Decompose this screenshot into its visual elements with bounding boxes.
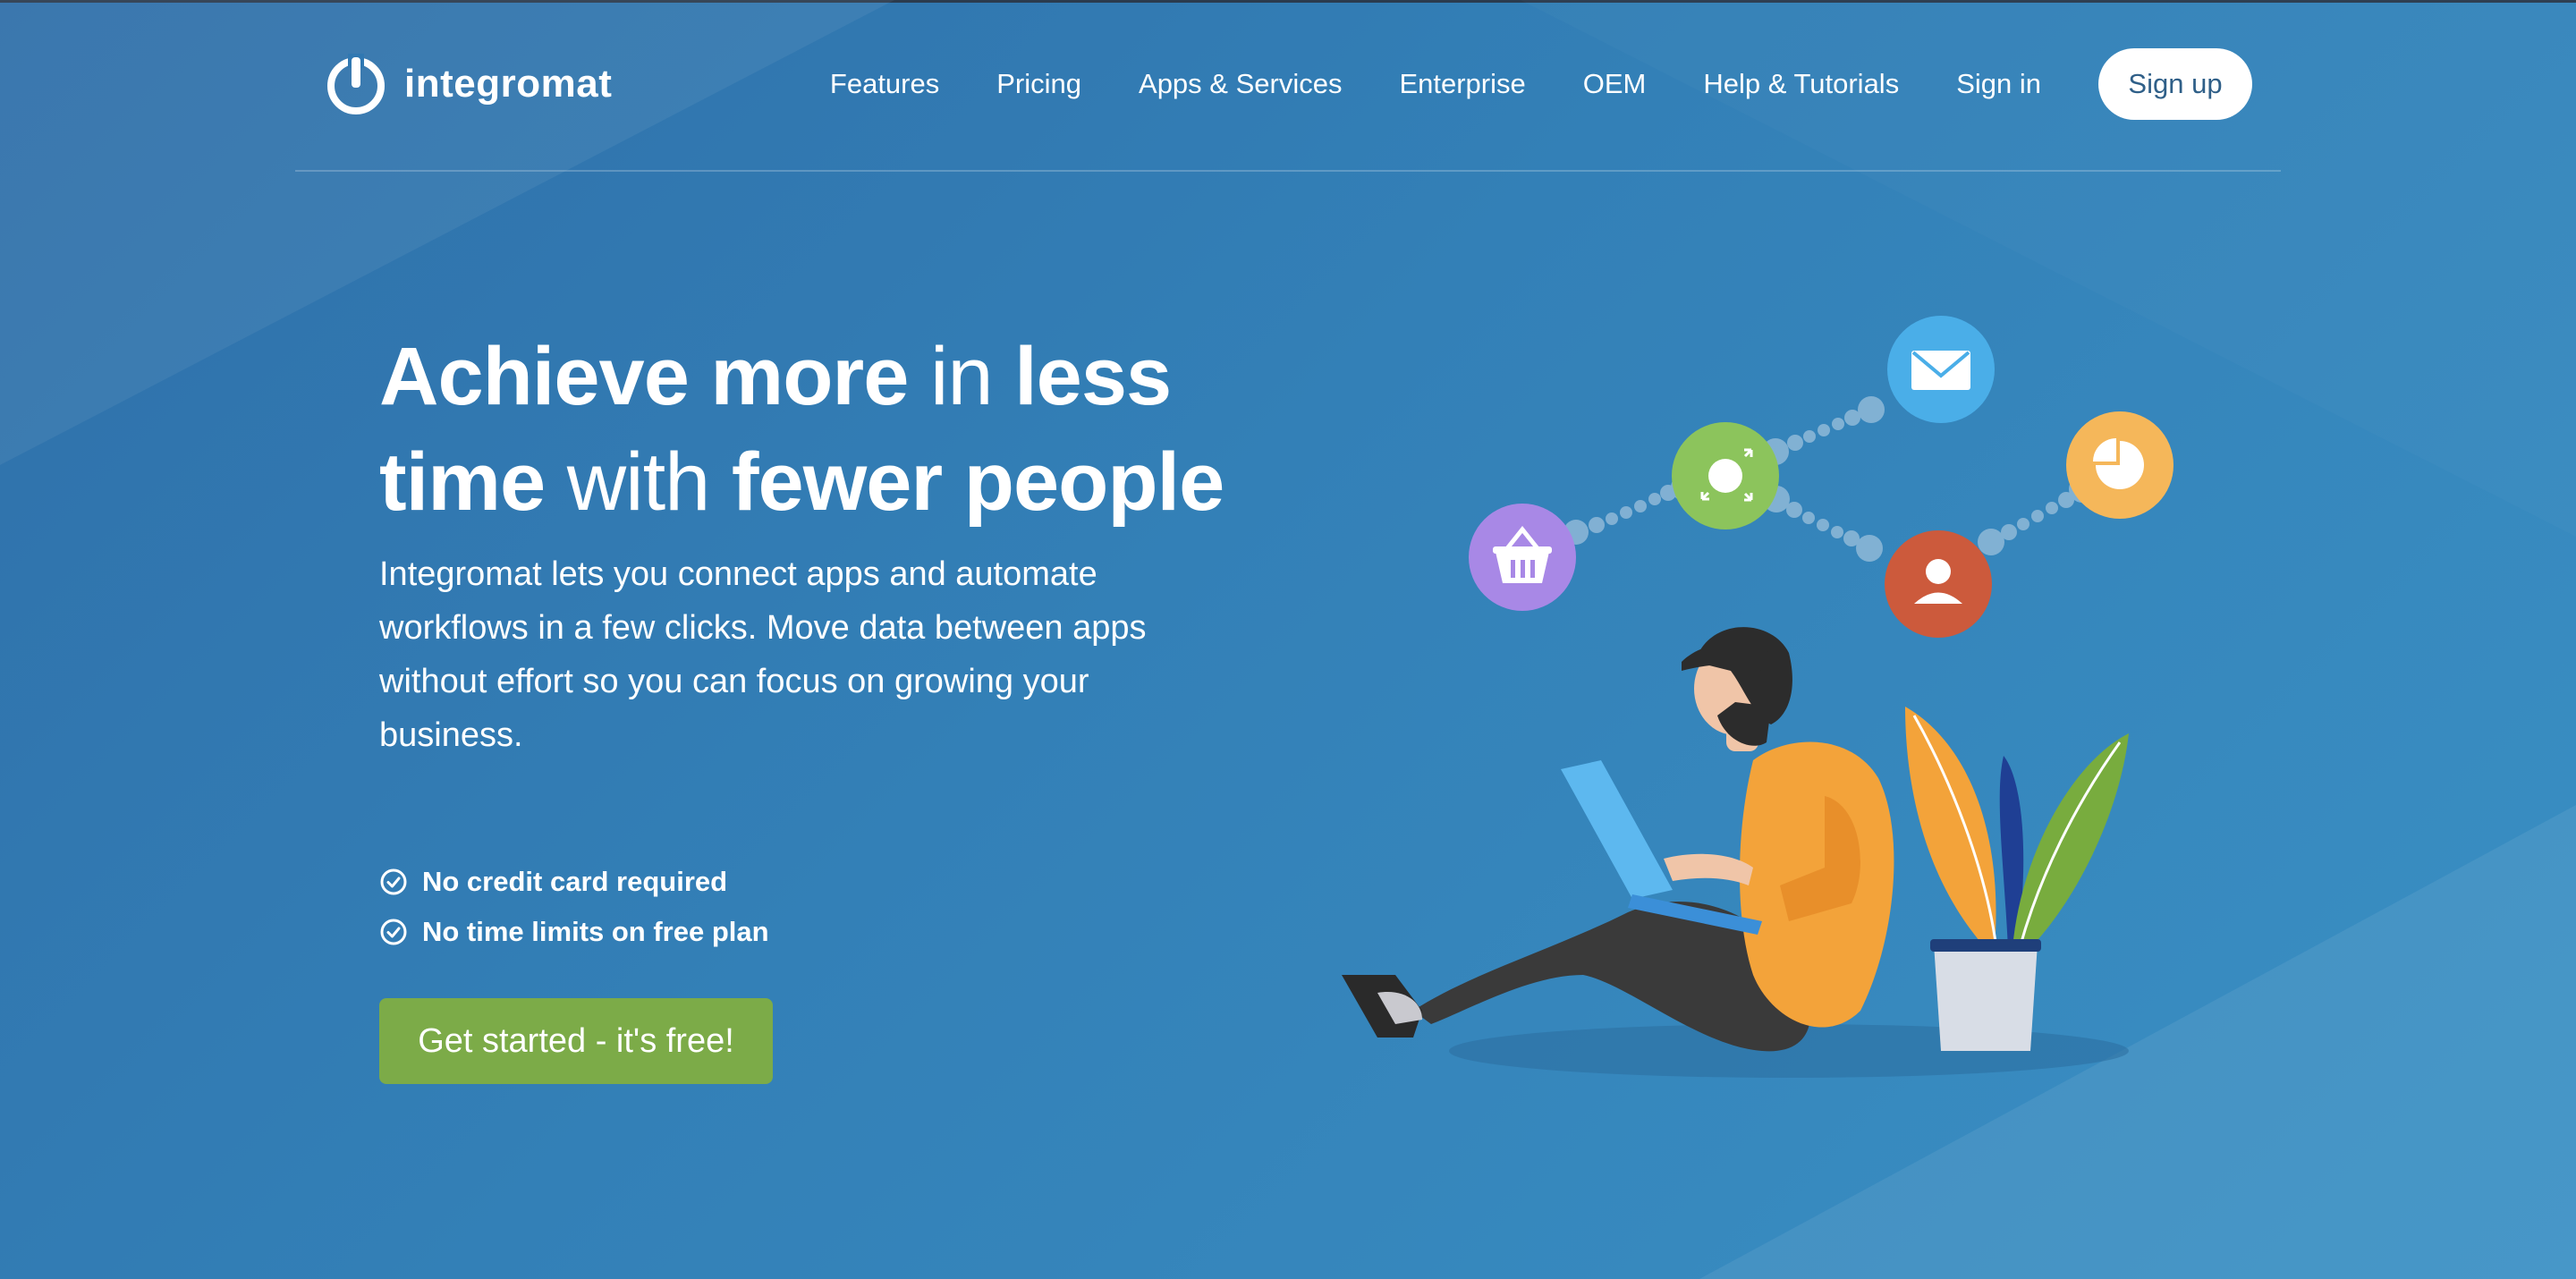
mail-icon	[1887, 316, 1995, 423]
feature-checks: No credit card required No time limits o…	[379, 857, 1274, 957]
nav-enterprise[interactable]: Enterprise	[1399, 68, 1525, 100]
sign-up-button[interactable]: Sign up	[2098, 48, 2252, 120]
nav-sign-in[interactable]: Sign in	[1956, 68, 2041, 100]
headline-part: in	[908, 331, 1015, 422]
headline-part: Achieve more	[379, 331, 909, 422]
nav-oem[interactable]: OEM	[1583, 68, 1647, 100]
user-icon	[1885, 530, 1992, 638]
check-label: No time limits on free plan	[422, 916, 769, 947]
brand-name: integromat	[404, 62, 613, 106]
main-nav: Features Pricing Apps & Services Enterpr…	[773, 48, 2252, 120]
check-item: No time limits on free plan	[379, 907, 1274, 957]
check-circle-icon	[380, 868, 407, 895]
router-icon	[1672, 422, 1779, 529]
integromat-logo-icon	[327, 54, 385, 114]
get-started-button[interactable]: Get started - it's free!	[379, 998, 773, 1084]
nav-features[interactable]: Features	[830, 68, 939, 100]
site-header: integromat Features Pricing Apps & Servi…	[295, 0, 2281, 172]
headline-part: with	[545, 436, 732, 528]
nav-help-tutorials[interactable]: Help & Tutorials	[1703, 68, 1899, 100]
logo[interactable]: integromat	[324, 50, 612, 118]
pie-chart-icon	[2066, 411, 2174, 519]
check-circle-icon	[380, 919, 407, 945]
connector-dots	[1563, 396, 2096, 562]
nav-pricing[interactable]: Pricing	[996, 68, 1081, 100]
headline-part: fewer people	[731, 436, 1224, 528]
check-label: No credit card required	[422, 866, 728, 897]
hero-description: Integromat lets you connect apps and aut…	[379, 555, 1147, 754]
check-item: No credit card required	[379, 857, 1274, 907]
hero-illustration	[1342, 316, 2174, 1078]
plant	[1905, 707, 2129, 1051]
person-illustration	[1342, 627, 1894, 1052]
basket-icon	[1469, 504, 1576, 611]
hero-section: Achieve more in less time with fewer peo…	[379, 324, 1274, 1084]
hero-headline: Achieve more in less time with fewer peo…	[379, 324, 1274, 535]
nav-apps-services[interactable]: Apps & Services	[1139, 68, 1342, 100]
